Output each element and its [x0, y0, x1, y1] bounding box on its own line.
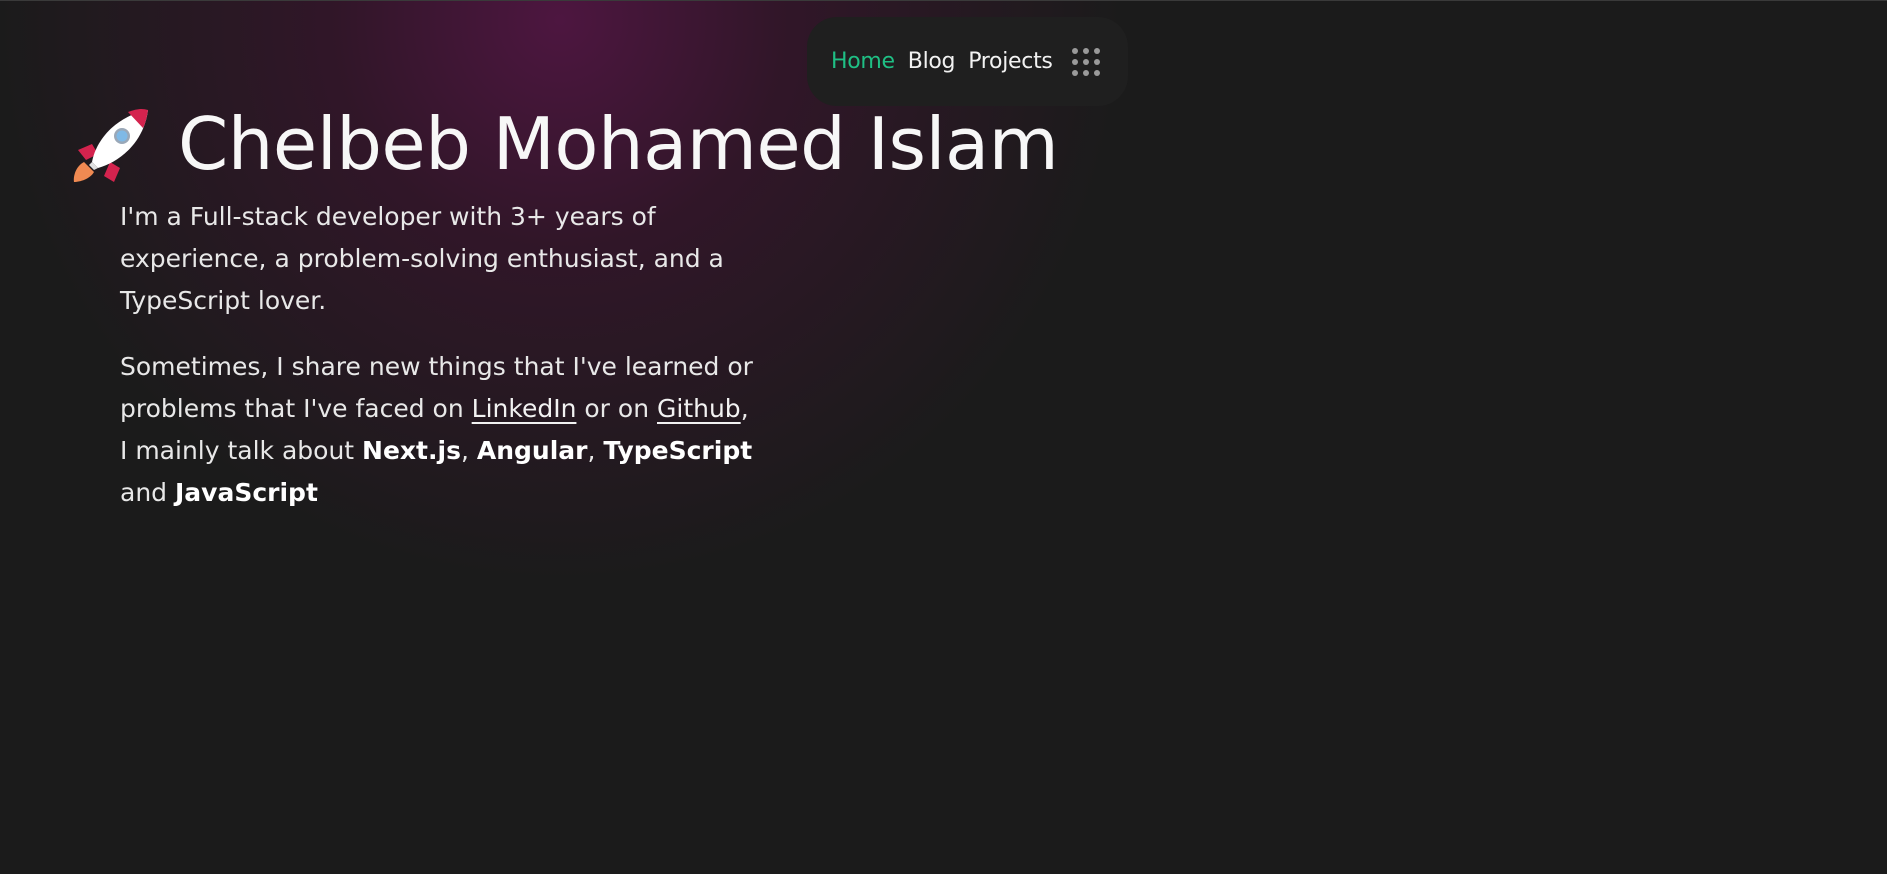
dot [1082, 47, 1089, 54]
rocket-icon [73, 108, 148, 182]
social-text: or on [576, 394, 657, 423]
top-nav: Home Blog Projects [807, 17, 1128, 106]
tech-angular: Angular [476, 436, 588, 465]
separator: , [587, 436, 604, 465]
intro-section: I'm a Full-stack developer with 3+ years… [120, 196, 760, 538]
nav-home-link[interactable]: Home [831, 49, 895, 74]
dot [1093, 58, 1100, 65]
tech-nextjs: Next.js [362, 436, 461, 465]
dot [1071, 47, 1078, 54]
dot [1093, 69, 1100, 76]
dot [1093, 47, 1100, 54]
dot [1082, 69, 1089, 76]
dot [1071, 69, 1078, 76]
grid-dots-icon[interactable] [1070, 46, 1102, 78]
separator: and [120, 478, 175, 507]
dot [1082, 58, 1089, 65]
social-paragraph: Sometimes, I share new things that I've … [120, 346, 760, 514]
tech-javascript: JavaScript [174, 478, 318, 507]
dot [1071, 58, 1078, 65]
separator: , [460, 436, 477, 465]
nav-blog-link[interactable]: Blog [908, 49, 956, 74]
linkedin-link[interactable]: LinkedIn [472, 394, 577, 423]
tech-typescript: TypeScript [603, 436, 753, 465]
page-title: Chelbeb Mohamed Islam [178, 102, 1059, 186]
top-border [0, 0, 1887, 1]
github-link[interactable]: Github [657, 394, 741, 423]
nav-projects-link[interactable]: Projects [968, 49, 1053, 74]
intro-paragraph: I'm a Full-stack developer with 3+ years… [120, 202, 724, 315]
